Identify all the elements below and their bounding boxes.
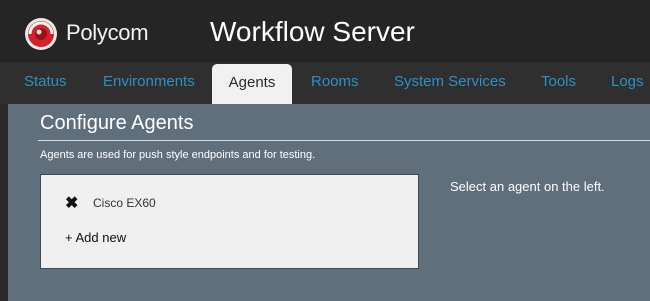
page-title: Configure Agents [40, 112, 194, 134]
agent-name[interactable]: Cisco EX60 [93, 196, 156, 210]
title-divider [38, 140, 650, 141]
tab-rooms[interactable]: Rooms [311, 70, 359, 104]
tab-environments[interactable]: Environments [103, 70, 195, 104]
tab-logs[interactable]: Logs [611, 70, 644, 104]
main-nav-tabs: Status Environments Agents Rooms System … [0, 62, 650, 104]
polycom-logo[interactable]: Polycom [24, 17, 174, 51]
content-area: Configure Agents Agents are used for pus… [8, 104, 650, 301]
page-description: Agents are used for push style endpoints… [40, 149, 316, 161]
agent-list-panel: ✖ Cisco EX60 + Add new [40, 174, 419, 269]
tab-agents[interactable]: Agents [212, 64, 292, 104]
app-header: Polycom Workflow Server [0, 0, 650, 62]
brand-name: Polycom [66, 20, 149, 45]
delete-agent-icon[interactable]: ✖ [65, 193, 87, 213]
tab-status[interactable]: Status [24, 70, 67, 104]
select-agent-hint: Select an agent on the left. [450, 179, 605, 194]
polycom-logo-icon [25, 18, 57, 50]
tab-system-services[interactable]: System Services [394, 70, 506, 104]
app-title: Workflow Server [210, 16, 415, 47]
tab-tools[interactable]: Tools [541, 70, 576, 104]
agent-list-item[interactable]: ✖ Cisco EX60 [65, 194, 156, 212]
add-new-agent-link[interactable]: + Add new [65, 230, 126, 245]
